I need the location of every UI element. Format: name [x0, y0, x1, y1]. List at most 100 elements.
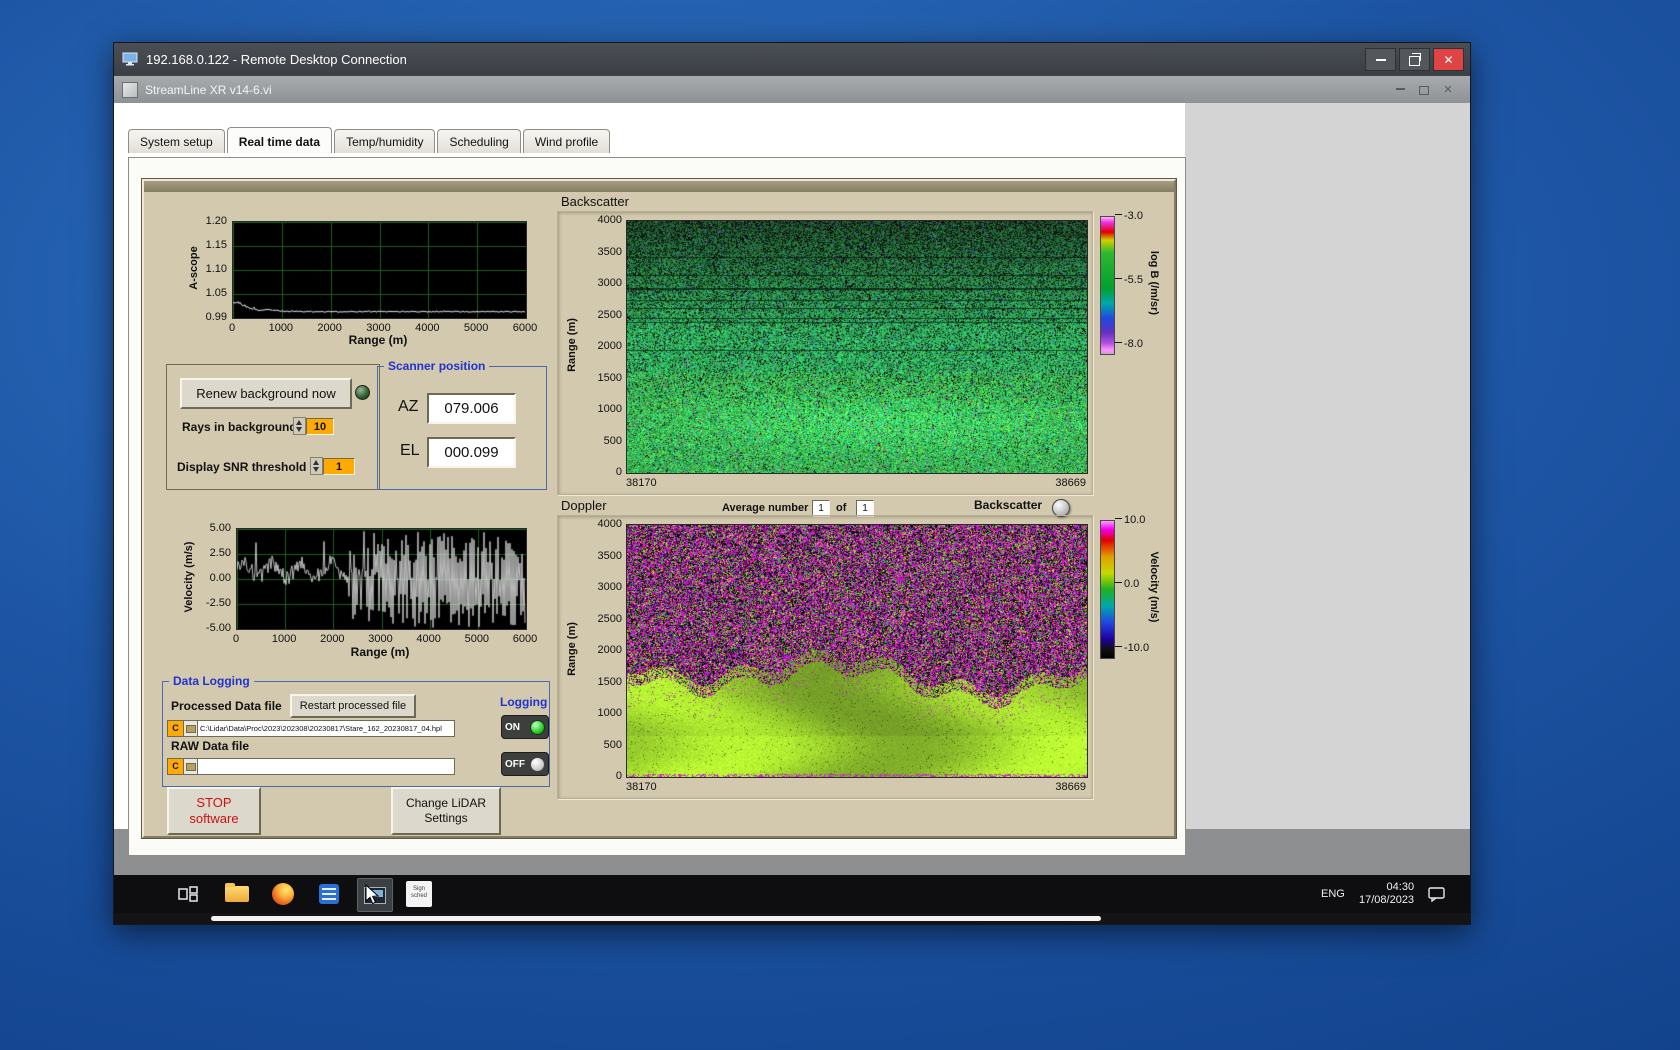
restore-icon: [1419, 85, 1429, 95]
file-explorer-button[interactable]: [224, 881, 250, 907]
raw-logging-indicator[interactable]: OFF: [501, 752, 549, 776]
raw-path-browse-icon[interactable]: [183, 758, 198, 775]
clock-time: 04:30: [1386, 881, 1415, 893]
rdp-window: 192.168.0.122 - Remote Desktop Connectio…: [113, 42, 1471, 925]
remote-session-area: StreamLine XR v14-6.vi ✕ System setup Rea…: [114, 76, 1470, 924]
ascope-canvas: [232, 221, 527, 319]
restore-button[interactable]: [1399, 48, 1430, 71]
x-tick-label: 5000: [464, 633, 490, 645]
raw-data-file-label: RAW Data file: [171, 739, 250, 753]
tab-real-time-data[interactable]: Real time data: [226, 127, 333, 153]
y-tick-label: 2000: [597, 644, 622, 656]
settings-line2: Settings: [424, 811, 468, 825]
vi-restore-button[interactable]: [1412, 80, 1436, 98]
processed-logging-indicator[interactable]: ON: [501, 715, 549, 739]
sign-sched-line1: Sign: [412, 886, 425, 892]
vi-titlebar[interactable]: StreamLine XR v14-6.vi ✕: [114, 76, 1470, 103]
snr-value-field[interactable]: 1: [323, 458, 355, 475]
notification-button[interactable]: [1428, 875, 1446, 913]
y-tick-label: 1000: [597, 707, 622, 719]
sign-sched-line2: sched: [410, 893, 427, 899]
x-tick-label: 4000: [416, 633, 441, 645]
processed-path-browse-icon[interactable]: [183, 720, 198, 737]
snr-spinner[interactable]: [310, 457, 323, 475]
processed-data-file-label: Processed Data file: [171, 699, 282, 713]
close-button[interactable]: ✕: [1433, 48, 1464, 71]
x-tick-label: 2000: [317, 322, 342, 334]
y-tick-label: 4000: [597, 214, 622, 226]
rdp-scrollbar-track: [114, 913, 1470, 924]
rays-value-field[interactable]: 10: [306, 418, 334, 435]
colorbar-tick-label: 10.0: [1115, 514, 1159, 526]
y-tick-label: 1.20: [205, 215, 227, 227]
tab-scheduling[interactable]: Scheduling: [437, 129, 521, 153]
tab-temp-humidity[interactable]: Temp/humidity: [334, 129, 436, 153]
snr-threshold-label: Display SNR threshold: [177, 460, 307, 474]
doppler-y-axis-label: Range (m): [566, 622, 578, 676]
rays-spinner[interactable]: [293, 417, 306, 435]
horizontal-scrollbar[interactable]: [211, 916, 1101, 921]
background-controls-box: Renew background now Rays in background …: [166, 364, 380, 490]
rdp-window-title: 192.168.0.122 - Remote Desktop Connectio…: [146, 51, 407, 67]
x-tick-label: 0: [232, 633, 240, 645]
file-explorer-icon: [225, 883, 249, 902]
vi-window-title: StreamLine XR v14-6.vi: [145, 82, 272, 97]
y-tick-label: 5.00: [209, 522, 231, 534]
colorbar-tick-label: -8.0: [1115, 338, 1159, 350]
notification-icon: [1428, 887, 1445, 902]
firefox-button[interactable]: [270, 881, 296, 907]
tab-system-setup[interactable]: System setup: [128, 129, 225, 153]
y-tick-label: -2.50: [205, 597, 231, 609]
x-tick-label: 38170: [626, 477, 657, 489]
rdp-titlebar[interactable]: 192.168.0.122 - Remote Desktop Connectio…: [114, 43, 1470, 75]
tab-wind-profile[interactable]: Wind profile: [522, 129, 611, 153]
language-indicator[interactable]: ENG: [1321, 875, 1345, 913]
x-tick-label: 5000: [463, 322, 489, 334]
y-tick-label: 3000: [597, 277, 622, 289]
colorbar-tick-label: -3.0: [1115, 210, 1159, 222]
of-label: of: [836, 502, 847, 514]
raw-drive-letter[interactable]: C: [167, 758, 184, 775]
vi-minimize-button[interactable]: [1388, 80, 1412, 98]
y-tick-label: 500: [603, 738, 622, 751]
y-tick-label: 3500: [597, 549, 622, 562]
notes-app-button[interactable]: [316, 881, 342, 907]
backscatter-y-axis-label: Range (m): [566, 318, 578, 372]
ascope-plot: A-scope Range (m) 1.20 1.15 1.10 1.05 0.99 0 1…: [169, 213, 547, 361]
change-lidar-settings-button[interactable]: Change LiDAR Settings: [391, 787, 501, 835]
task-view-button[interactable]: [175, 881, 201, 907]
x-tick-label: 3000: [368, 633, 393, 645]
minimize-icon: [1395, 88, 1405, 90]
vi-close-button[interactable]: ✕: [1436, 80, 1460, 98]
x-tick-label: 38669: [1055, 781, 1086, 793]
el-value-field[interactable]: 000.099: [427, 437, 516, 468]
vi-icon: [122, 81, 138, 98]
y-tick-label: 3000: [597, 581, 622, 593]
y-tick-label: 0: [615, 466, 622, 478]
az-value-field[interactable]: 079.006: [427, 393, 516, 424]
on-label: ON: [505, 721, 520, 733]
task-view-icon: [178, 886, 198, 902]
y-tick-label: 2500: [597, 612, 622, 625]
stop-software-button[interactable]: STOP software: [167, 787, 261, 835]
minimize-button[interactable]: [1365, 48, 1396, 71]
stop-line2: software: [189, 811, 239, 826]
taskbar: Sign sched ENG 04:30 17/08/2023: [114, 875, 1470, 913]
renew-background-button[interactable]: Renew background now: [180, 378, 352, 409]
doppler-heatmap: Range (m) 4000 3500 3000 2500 2000 1500 1000 50…: [557, 515, 1093, 799]
y-tick-label: 1.10: [205, 263, 227, 275]
restart-processed-file-button[interactable]: Restart processed file: [290, 694, 416, 718]
stop-line1: STOP: [196, 795, 232, 810]
sign-sched-icon: Sign sched: [406, 881, 432, 907]
processed-path-field[interactable]: C:\Lidar\Data\Proc\2023\202308\20230817\…: [197, 720, 455, 737]
doppler-canvas: [626, 524, 1088, 778]
off-label: OFF: [505, 758, 525, 770]
clock[interactable]: 04:30 17/08/2023: [1359, 875, 1414, 913]
sign-sched-button[interactable]: Sign sched: [406, 881, 432, 907]
x-tick-label: 2000: [320, 633, 345, 645]
y-tick-label: 2000: [597, 340, 622, 352]
processed-drive-letter[interactable]: C: [167, 720, 184, 737]
y-tick-label: 1000: [597, 403, 622, 415]
colorbar-tick-label: -10.0: [1115, 642, 1159, 654]
raw-path-field[interactable]: [197, 758, 455, 775]
